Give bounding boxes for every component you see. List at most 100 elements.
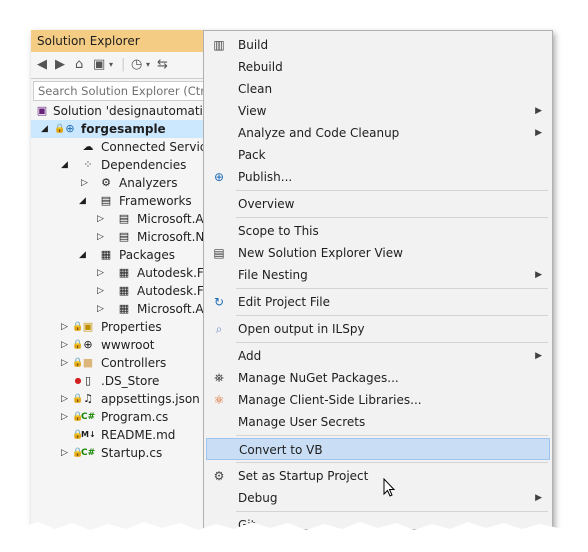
tree-item-label: Autodesk.Fo	[137, 284, 211, 298]
tree-item-solution[interactable]: ▣ Solution 'designautomatio	[31, 102, 231, 120]
menu-item-build[interactable]: ▥ Build	[206, 34, 550, 56]
collapsed-arrow-icon[interactable]: ▷	[97, 300, 104, 318]
collapsed-arrow-icon[interactable]: ▷	[97, 228, 104, 246]
tree-item-label: Microsoft.As	[137, 212, 210, 226]
tree-item-project[interactable]: ◢ 🔒 ⊕ forgesample	[31, 120, 231, 138]
nuget-icon: ⛯	[214, 371, 224, 385]
globe-icon: ⊕	[83, 338, 93, 351]
menu-item-label: Manage NuGet Packages...	[238, 371, 399, 385]
tree-item-label: Controllers	[101, 356, 167, 370]
tree-item-label: .DS_Store	[101, 374, 160, 388]
home-icon[interactable]: ⌂	[75, 56, 83, 74]
menu-item-label: Edit Project File	[238, 295, 331, 309]
package-icon: ▦	[118, 284, 130, 297]
sync-icon[interactable]: ⇆	[157, 56, 168, 74]
tree-item-label: appsettings.json	[101, 392, 200, 406]
menu-item-startup[interactable]: ⚙ Set as Startup Project	[206, 465, 550, 487]
menu-item-publish[interactable]: ⊕ Publish...	[206, 166, 550, 188]
pending-changes-filter-icon[interactable]: ◷	[131, 56, 142, 74]
menu-separator	[236, 462, 548, 463]
back-icon[interactable]: ◀	[37, 56, 47, 74]
tree-item-label: Frameworks	[119, 194, 192, 208]
csharp-icon: C#	[81, 448, 96, 458]
properties-icon: ▣	[82, 320, 94, 333]
chevron-down-icon[interactable]: ▾	[109, 56, 113, 74]
collapsed-arrow-icon[interactable]: ▷	[81, 174, 88, 192]
menu-item-convert-vb[interactable]: Convert to VB	[206, 438, 550, 460]
tree-item-label: Dependencies	[101, 158, 187, 172]
submenu-arrow-icon: ▶	[535, 128, 542, 138]
json-icon: ♫	[83, 392, 93, 405]
submenu-arrow-icon: ▶	[535, 270, 542, 280]
menu-item-label: Manage Client-Side Libraries...	[238, 393, 422, 407]
collapsed-arrow-icon[interactable]: ▷	[61, 390, 68, 408]
menu-item-nuget[interactable]: ⛯ Manage NuGet Packages...	[206, 367, 550, 389]
menu-item-label: File Nesting	[238, 268, 308, 282]
forward-icon[interactable]: ▶	[55, 56, 65, 74]
menu-separator	[236, 190, 548, 191]
menu-item-edit-project[interactable]: ↻ Edit Project File	[206, 291, 550, 313]
expanded-arrow-icon[interactable]: ◢	[79, 192, 86, 210]
package-icon: ▦	[118, 266, 130, 279]
menu-separator	[236, 288, 548, 289]
analyzers-icon: ⚙	[101, 176, 111, 189]
tree-item-label: Solution 'designautomatio	[53, 104, 211, 118]
menu-item-rebuild[interactable]: Rebuild	[206, 56, 550, 78]
tree-item-label: forgesample	[81, 122, 166, 136]
menu-item-scope[interactable]: Scope to This	[206, 220, 550, 242]
tree-item-label: Autodesk.Fo	[137, 266, 211, 280]
menu-item-overview[interactable]: Overview	[206, 193, 550, 215]
switch-views-icon[interactable]: ▣	[93, 56, 105, 74]
collapsed-arrow-icon[interactable]: ▷	[97, 282, 104, 300]
menu-item-debug[interactable]: Debug ▶	[206, 487, 550, 509]
tree-item-label: Properties	[101, 320, 162, 334]
menu-item-label: Scope to This	[238, 224, 319, 238]
menu-item-ilspy[interactable]: ⌕ Open output in ILSpy	[206, 318, 550, 340]
expanded-arrow-icon[interactable]: ◢	[79, 246, 86, 264]
menu-item-view[interactable]: View ▶	[206, 100, 550, 122]
expanded-arrow-icon[interactable]: ◢	[41, 120, 48, 138]
menu-item-new-view[interactable]: ▤ New Solution Explorer View	[206, 242, 550, 264]
build-icon: ▥	[213, 38, 225, 52]
collapsed-arrow-icon[interactable]: ▷	[97, 210, 104, 228]
visual-studio-window: Solution Explorer ◀ ▶ ⌂ ▣ ▾ | ◷ ▾ ⇆ Sear…	[31, 30, 553, 530]
menu-item-client-libs[interactable]: ⚛ Manage Client-Side Libraries...	[206, 389, 550, 411]
mouse-cursor-icon	[383, 478, 396, 497]
toolbar-separator: |	[121, 57, 126, 72]
menu-item-file-nesting[interactable]: File Nesting ▶	[206, 264, 550, 286]
menu-item-add[interactable]: Add ▶	[206, 345, 550, 367]
markdown-icon: M↓	[81, 430, 96, 439]
search-input[interactable]: Search Solution Explorer (Ctrl+;)	[33, 81, 229, 101]
expanded-arrow-icon[interactable]: ◢	[61, 156, 68, 174]
submenu-arrow-icon: ▶	[535, 493, 542, 503]
tree-item-label: wwwroot	[101, 338, 155, 352]
libman-icon: ⚛	[213, 393, 225, 407]
menu-separator	[236, 217, 548, 218]
solution-explorer-title: Solution Explorer	[31, 30, 231, 52]
collapsed-arrow-icon[interactable]: ▷	[61, 354, 68, 372]
menu-item-user-secrets[interactable]: Manage User Secrets	[206, 411, 550, 433]
collapsed-arrow-icon[interactable]: ▷	[61, 408, 68, 426]
new-view-icon: ▤	[213, 246, 225, 260]
context-menu: ▥ Build Rebuild Clean View ▶ Analyze and…	[203, 30, 553, 530]
menu-separator	[236, 315, 548, 316]
framework-ref-icon: ▤	[118, 212, 130, 225]
collapsed-arrow-icon[interactable]: ▷	[61, 336, 68, 354]
tree-item-label: README.md	[101, 428, 176, 442]
collapsed-arrow-icon[interactable]: ▷	[61, 444, 68, 462]
solution-icon: ▣	[36, 104, 48, 117]
framework-ref-icon: ▤	[118, 230, 130, 243]
menu-item-pack[interactable]: Pack	[206, 144, 550, 166]
ilspy-icon: ⌕	[215, 322, 223, 336]
dependencies-icon: ⁘	[83, 158, 93, 171]
folder-icon: ■	[82, 356, 94, 369]
collapsed-arrow-icon[interactable]: ▷	[97, 264, 104, 282]
menu-item-clean[interactable]: Clean	[206, 78, 550, 100]
chevron-down-icon[interactable]: ▾	[146, 56, 150, 74]
web-project-icon: ⊕	[65, 122, 75, 135]
collapsed-arrow-icon[interactable]: ▷	[61, 318, 68, 336]
menu-item-analyze[interactable]: Analyze and Code Cleanup ▶	[206, 122, 550, 144]
file-icon: ▯	[84, 374, 92, 387]
frameworks-icon: ▤	[100, 194, 112, 207]
menu-separator	[236, 342, 548, 343]
